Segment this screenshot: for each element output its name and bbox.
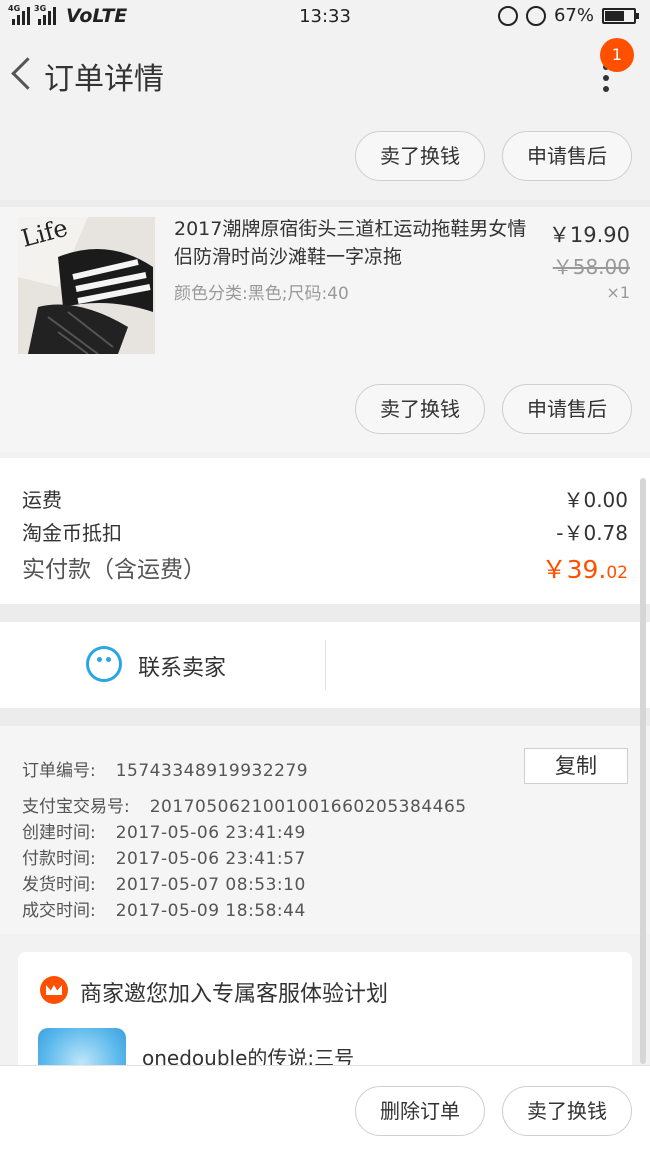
aftersale-button-item[interactable]: 申请售后 <box>502 384 632 434</box>
battery-fill <box>605 10 624 21</box>
alarm-icon <box>525 5 546 26</box>
delete-order-button[interactable]: 删除订单 <box>355 1086 485 1136</box>
shipping-label: 运费 <box>22 488 62 512</box>
rotation-lock-icon <box>497 5 518 26</box>
aftersale-button-top[interactable]: 申请售后 <box>502 131 632 181</box>
copy-button[interactable]: 复制 <box>524 748 628 784</box>
info-value: 2017-05-07 08:53:10 <box>115 875 306 895</box>
shipping-value: ￥0.00 <box>563 488 628 512</box>
total-label: 实付款（含运费） <box>22 557 206 583</box>
sell-button-top[interactable]: 卖了换钱 <box>355 131 485 181</box>
info-row: 付款时间: 2017-05-06 23:41:57 <box>22 844 306 869</box>
contact-seller-row: 联系卖家 <box>0 622 650 708</box>
chat-smile-icon[interactable] <box>86 646 122 682</box>
total-main: ￥39. <box>541 555 607 584</box>
coin-label: 淘金币抵扣 <box>22 521 122 545</box>
notification-badge: 1 <box>600 38 634 72</box>
product-title[interactable]: 2017潮牌原宿街头三道杠运动拖鞋男女情侣防滑时尚沙滩鞋一字凉拖 <box>174 215 534 271</box>
divider <box>0 708 650 726</box>
status-icons: 67% <box>497 5 639 26</box>
info-value: 2017-05-06 23:41:57 <box>115 849 306 869</box>
product-card[interactable]: Life 2017潮牌原宿街头三道杠运动拖鞋男女情侣防滑时尚沙滩鞋一字凉拖 颜色… <box>0 207 650 452</box>
info-key: 支付宝交易号: <box>22 797 130 817</box>
info-value: 15743348919932279 <box>115 761 309 781</box>
sell-button-item[interactable]: 卖了换钱 <box>355 384 485 434</box>
divider <box>0 200 650 207</box>
product-original-price: ￥58.00 <box>552 255 630 279</box>
order-info: 复制 订单编号: 15743348919932279 支付宝交易号: 2017050… <box>0 726 650 934</box>
battery-icon <box>602 7 639 24</box>
info-row: 创建时间: 2017-05-06 23:41:49 <box>22 818 306 843</box>
coin-row: 淘金币抵扣 -￥0.78 <box>22 517 628 546</box>
info-row: 订单编号: 15743348919932279 <box>22 756 308 781</box>
info-key: 订单编号: <box>22 761 96 781</box>
total-value: ￥39.02 <box>542 550 628 586</box>
fee-summary: 运费 ￥0.00 淘金币抵扣 -￥0.78 实付款（含运费） ￥39.02 <box>0 458 650 604</box>
info-row: 支付宝交易号: 2017050621001001660205384465 <box>22 792 467 817</box>
shipping-row: 运费 ￥0.00 <box>22 484 628 513</box>
info-value: 2017050621001001660205384465 <box>149 797 467 817</box>
info-value: 2017-05-06 23:41:49 <box>115 823 306 843</box>
back-icon[interactable] <box>6 56 36 96</box>
info-key: 发货时间: <box>22 875 96 895</box>
product-price: ￥19.90 <box>548 223 630 247</box>
product-thumbnail[interactable]: Life <box>18 217 155 354</box>
slipper-image-icon: Life <box>18 217 155 354</box>
product-quantity: ×1 <box>606 283 630 302</box>
service-invite-title: 商家邀您加入专属客服体验计划 <box>80 982 389 1007</box>
coin-value: -￥0.78 <box>556 521 628 545</box>
crown-icon <box>40 976 68 1004</box>
page-title: 订单详情 <box>44 62 164 97</box>
product-sku: 颜色分类:黑色;尺码:40 <box>174 284 349 304</box>
info-row: 成交时间: 2017-05-09 18:58:44 <box>22 896 306 921</box>
info-value: 2017-05-09 18:58:44 <box>115 901 306 921</box>
divider <box>325 640 326 690</box>
battery-percent: 67% <box>553 5 594 26</box>
info-key: 付款时间: <box>22 849 96 869</box>
divider <box>0 604 650 622</box>
total-cents: 02 <box>606 563 628 583</box>
bottom-action-bar: 删除订单 卖了换钱 <box>0 1065 650 1155</box>
status-bar: 4G 3G VoLTE 13:33 67% <box>0 0 650 34</box>
info-key: 成交时间: <box>22 901 96 921</box>
nav-bar: 订单详情 1 <box>0 34 650 116</box>
sell-button-bottom[interactable]: 卖了换钱 <box>502 1086 632 1136</box>
scrollbar[interactable] <box>640 478 646 1064</box>
contact-seller-button[interactable]: 联系卖家 <box>138 650 226 682</box>
info-row: 发货时间: 2017-05-07 08:53:10 <box>22 870 306 895</box>
total-row: 实付款（含运费） ￥39.02 <box>22 550 628 584</box>
info-key: 创建时间: <box>22 823 96 843</box>
